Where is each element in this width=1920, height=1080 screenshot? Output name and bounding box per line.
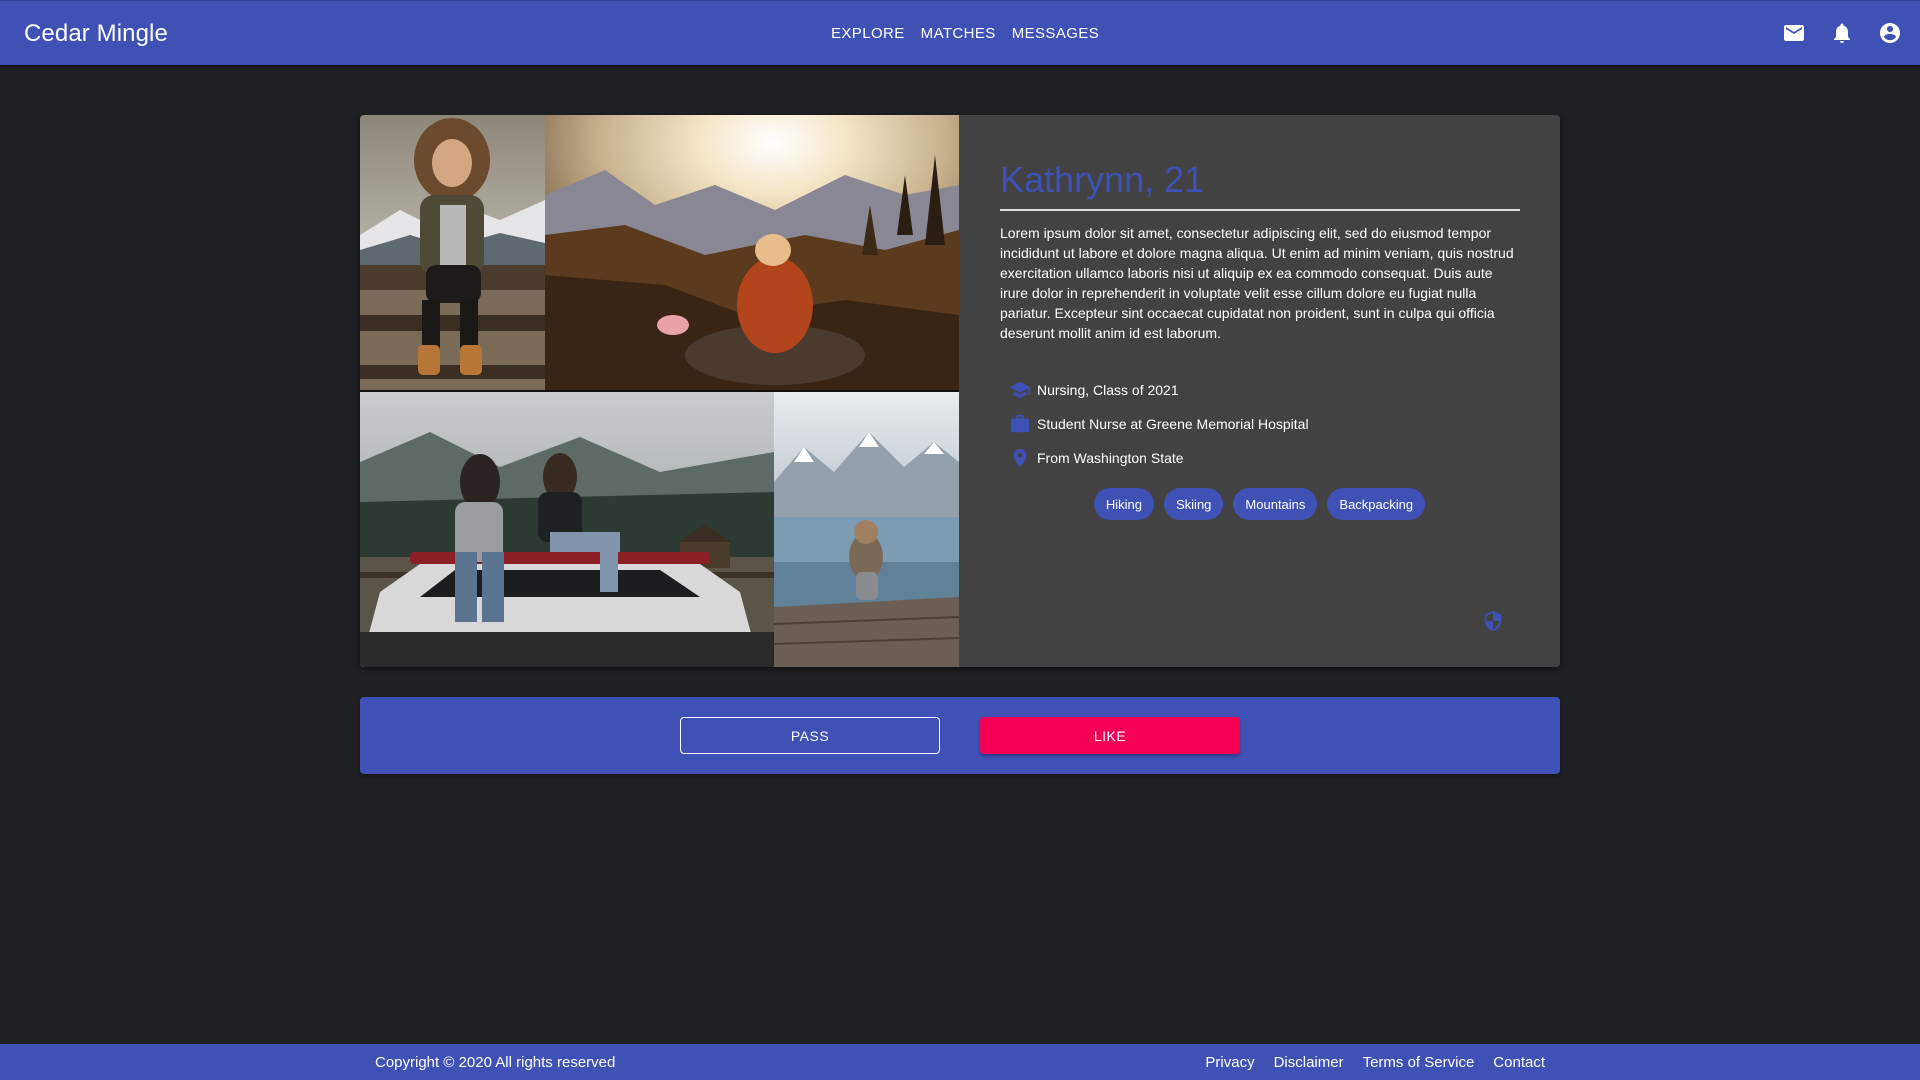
footer-links: Privacy Disclaimer Terms of Service Cont… [1205, 1054, 1545, 1071]
nav-matches[interactable]: MATCHES [921, 25, 996, 42]
pass-button[interactable]: PASS [680, 717, 940, 754]
location-pin-icon [1009, 447, 1031, 469]
fact-education: Nursing, Class of 2021 [1009, 373, 1309, 407]
fact-education-text: Nursing, Class of 2021 [1037, 382, 1179, 398]
photo-mountain-sunset[interactable] [545, 115, 959, 390]
footer-link-privacy[interactable]: Privacy [1205, 1054, 1254, 1071]
copyright-text: Copyright © 2020 All rights reserved [375, 1054, 616, 1071]
shield-icon[interactable] [1482, 610, 1504, 632]
fact-work: Student Nurse at Greene Memorial Hospita… [1009, 407, 1309, 441]
name-divider [1000, 209, 1520, 211]
interest-chips: Hiking Skiing Mountains Backpacking [959, 488, 1560, 520]
interest-chip[interactable]: Skiing [1164, 488, 1224, 520]
profile-details: Kathrynn, 21 Lorem ipsum dolor sit amet,… [959, 115, 1560, 667]
photo-friends-on-car[interactable] [360, 392, 774, 667]
like-button[interactable]: LIKE [980, 717, 1240, 754]
account-circle-icon[interactable] [1878, 21, 1902, 45]
fact-work-text: Student Nurse at Greene Memorial Hospita… [1037, 416, 1309, 432]
footer-link-terms[interactable]: Terms of Service [1363, 1054, 1475, 1071]
nav-messages[interactable]: MESSAGES [1012, 25, 1099, 42]
interest-chip[interactable]: Backpacking [1327, 488, 1426, 520]
profile-name: Kathrynn, 21 [1000, 159, 1205, 200]
mail-icon[interactable] [1782, 21, 1806, 45]
photo-gallery [360, 115, 959, 667]
graduation-cap-icon [1009, 379, 1031, 401]
top-app-bar: Cedar Mingle EXPLORE MATCHES MESSAGES [0, 0, 1920, 65]
photo-woman-fur-hood[interactable] [360, 115, 545, 390]
footer-link-contact[interactable]: Contact [1493, 1054, 1545, 1071]
photo-lake-dock[interactable] [774, 392, 959, 667]
brand-title[interactable]: Cedar Mingle [24, 20, 168, 48]
bell-icon[interactable] [1830, 21, 1854, 45]
profile-card: Kathrynn, 21 Lorem ipsum dolor sit amet,… [360, 115, 1560, 667]
fact-location-text: From Washington State [1037, 450, 1184, 466]
briefcase-icon [1009, 413, 1031, 435]
interest-chip[interactable]: Hiking [1093, 488, 1154, 520]
main-nav: EXPLORE MATCHES MESSAGES [831, 25, 1099, 42]
action-bar: PASS LIKE [360, 697, 1560, 774]
fact-location: From Washington State [1009, 441, 1309, 475]
top-icon-group [1782, 21, 1902, 45]
footer: Copyright © 2020 All rights reserved Pri… [0, 1044, 1920, 1080]
profile-bio: Lorem ipsum dolor sit amet, consectetur … [1000, 225, 1514, 341]
profile-facts: Nursing, Class of 2021 Student Nurse at … [1009, 373, 1309, 475]
footer-link-disclaimer[interactable]: Disclaimer [1274, 1054, 1344, 1071]
interest-chip[interactable]: Mountains [1233, 488, 1318, 520]
nav-explore[interactable]: EXPLORE [831, 25, 905, 42]
